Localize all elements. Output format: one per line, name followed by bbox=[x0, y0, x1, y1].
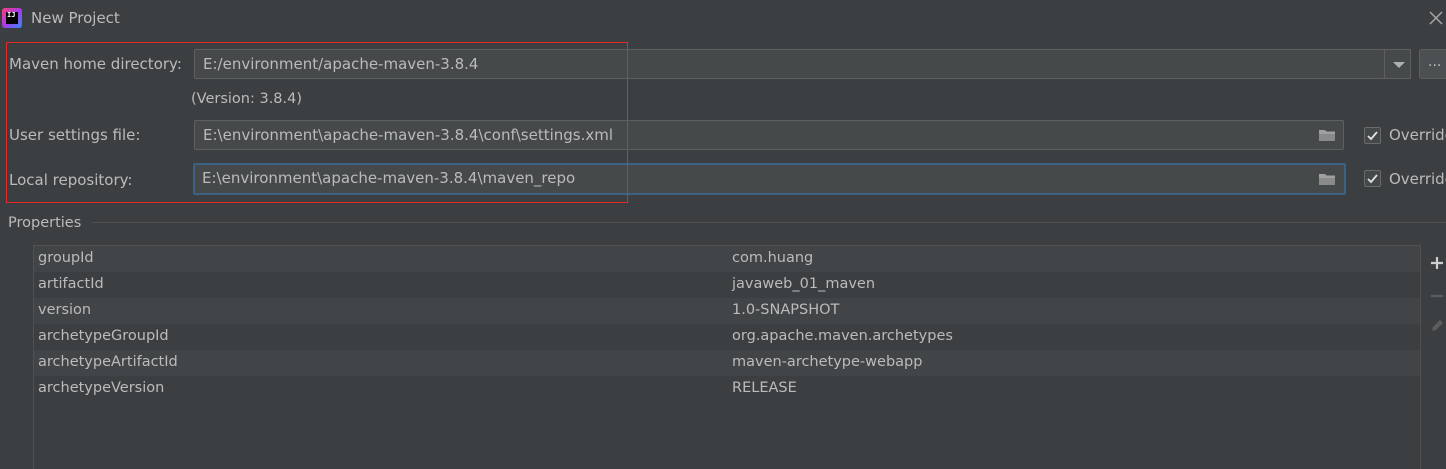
property-value: 1.0-SNAPSHOT bbox=[732, 302, 840, 318]
property-key: archetypeVersion bbox=[38, 380, 165, 396]
table-row[interactable]: groupId com.huang bbox=[34, 246, 1420, 272]
local-repo-value[interactable]: E:\environment\apache-maven-3.8.4\maven_… bbox=[202, 169, 575, 187]
property-key: groupId bbox=[38, 250, 94, 266]
table-row[interactable]: archetypeGroupId org.apache.maven.archet… bbox=[34, 324, 1420, 350]
property-value: javaweb_01_maven bbox=[732, 276, 876, 292]
user-settings-value[interactable]: E:\environment\apache-maven-3.8.4\conf\s… bbox=[203, 126, 613, 144]
property-value: com.huang bbox=[732, 250, 814, 266]
window-title: New Project bbox=[31, 9, 120, 27]
local-repo-override-label[interactable]: Override bbox=[1389, 170, 1446, 188]
maven-home-label: Maven home directory: bbox=[9, 55, 182, 73]
maven-home-value[interactable]: E:/environment/apache-maven-3.8.4 bbox=[203, 55, 478, 73]
chevron-down-icon[interactable] bbox=[1384, 49, 1411, 79]
plus-icon[interactable] bbox=[1429, 255, 1445, 271]
maven-version-text: (Version: 3.8.4) bbox=[191, 91, 303, 107]
property-value: RELEASE bbox=[732, 380, 797, 396]
intellij-app-icon: IJ bbox=[2, 8, 22, 28]
table-row[interactable]: version 1.0-SNAPSHOT bbox=[34, 298, 1420, 324]
local-repo-label: Local repository: bbox=[9, 171, 133, 189]
user-settings-override-label[interactable]: Override bbox=[1389, 126, 1446, 144]
minus-icon[interactable] bbox=[1429, 288, 1445, 304]
section-divider bbox=[92, 222, 1446, 223]
folder-icon[interactable] bbox=[1318, 172, 1336, 186]
maven-home-combo[interactable]: E:/environment/apache-maven-3.8.4 bbox=[194, 49, 1385, 79]
user-settings-label: User settings file: bbox=[9, 126, 141, 144]
property-value: org.apache.maven.archetypes bbox=[732, 328, 953, 344]
table-row[interactable]: archetypeVersion RELEASE bbox=[34, 376, 1420, 402]
property-key: archetypeArtifactId bbox=[38, 354, 178, 370]
property-key: version bbox=[38, 302, 92, 318]
table-row[interactable]: archetypeArtifactId maven-archetype-weba… bbox=[34, 350, 1420, 376]
local-repo-field[interactable]: E:\environment\apache-maven-3.8.4\maven_… bbox=[193, 163, 1346, 195]
properties-table[interactable]: groupId com.huang artifactId javaweb_01_… bbox=[33, 245, 1421, 469]
folder-icon[interactable] bbox=[1318, 128, 1336, 142]
user-settings-field[interactable]: E:\environment\apache-maven-3.8.4\conf\s… bbox=[194, 120, 1344, 150]
property-key: artifactId bbox=[38, 276, 104, 292]
table-row[interactable]: artifactId javaweb_01_maven bbox=[34, 272, 1420, 298]
user-settings-override-checkbox[interactable] bbox=[1364, 127, 1381, 144]
property-key: archetypeGroupId bbox=[38, 328, 169, 344]
properties-title: Properties bbox=[8, 215, 82, 231]
pencil-icon[interactable] bbox=[1429, 318, 1445, 334]
property-value: maven-archetype-webapp bbox=[732, 354, 923, 370]
title-bar: IJ New Project bbox=[0, 0, 1446, 36]
close-icon[interactable] bbox=[1428, 10, 1444, 26]
local-repo-override-checkbox[interactable] bbox=[1364, 170, 1381, 187]
browse-button[interactable]: ... bbox=[1419, 49, 1446, 79]
